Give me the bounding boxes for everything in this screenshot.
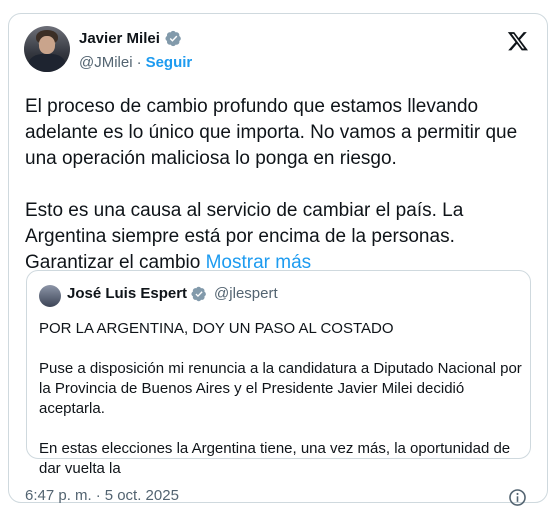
info-icon[interactable]	[508, 488, 527, 507]
verified-badge-icon	[165, 30, 181, 47]
quoted-tweet-text: POR LA ARGENTINA, DOY UN PASO AL COSTADO…	[39, 319, 524, 499]
quoted-line-1: POR LA ARGENTINA, DOY UN PASO AL COSTADO	[39, 320, 394, 337]
verified-badge-icon	[191, 286, 206, 301]
tweet-timestamp[interactable]: 6:47 p. m. · 5 oct. 2025	[25, 487, 179, 504]
handle-separator: ·	[136, 54, 142, 71]
quoted-author-avatar[interactable]	[39, 285, 61, 307]
follow-button[interactable]: Seguir	[146, 54, 193, 71]
quoted-author-name[interactable]: José Luis Espert	[67, 285, 187, 302]
tweet-card: Javier Milei @JMilei · Seguir El proceso…	[8, 13, 548, 506]
author-handle-row: @JMilei · Seguir	[79, 54, 192, 71]
author-name[interactable]: Javier Milei	[79, 30, 160, 47]
quoted-tweet[interactable]: José Luis Espert @jlespert POR LA ARGENT…	[26, 270, 531, 477]
quoted-line-2: Puse a disposición mi renuncia a la cand…	[39, 360, 522, 417]
quoted-line-3: En estas elecciones la Argentina tiene, …	[39, 440, 511, 477]
tweet-paragraph-1: El proceso de cambio profundo que estamo…	[25, 96, 523, 169]
footer-separator: ·	[95, 487, 101, 504]
quoted-author-handle[interactable]: @jlespert	[214, 285, 278, 302]
author-handle[interactable]: @JMilei	[79, 54, 133, 71]
author-name-row: Javier Milei	[79, 30, 182, 47]
tweet-time: 6:47 p. m.	[25, 487, 92, 504]
x-logo-icon[interactable]	[507, 30, 529, 52]
author-avatar[interactable]	[24, 26, 70, 72]
tweet-date: 5 oct. 2025	[104, 487, 179, 504]
tweet-text: El proceso de cambio profundo que estamo…	[25, 94, 535, 276]
quoted-author-row: José Luis Espert @jlespert	[67, 285, 278, 302]
